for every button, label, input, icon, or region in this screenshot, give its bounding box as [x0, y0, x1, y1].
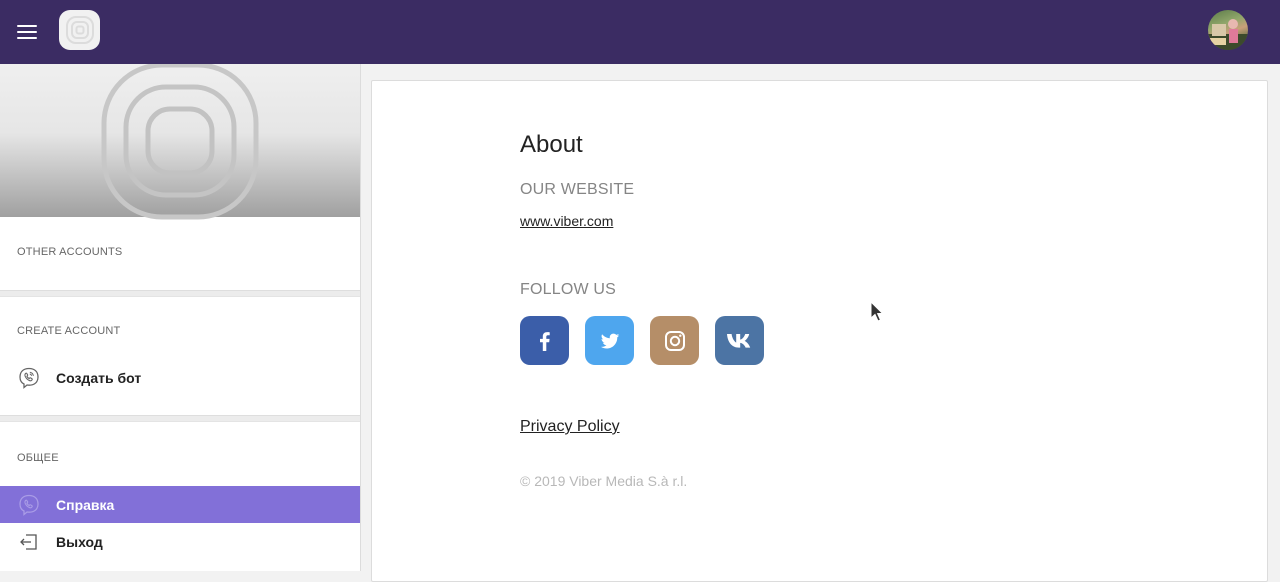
vk-icon [726, 333, 750, 348]
page-title: About [520, 131, 583, 158]
about-card: About OUR WEBSITE www.viber.com FOLLOW U… [371, 80, 1268, 582]
website-heading: OUR WEBSITE [520, 181, 635, 198]
hamburger-menu-icon[interactable] [17, 25, 37, 39]
viber-placeholder-icon [101, 64, 259, 219]
privacy-policy-link[interactable]: Privacy Policy [520, 418, 620, 436]
create-account-label: CREATE ACCOUNT [17, 325, 121, 337]
general-label: ОБЩЕЕ [17, 452, 59, 464]
user-avatar[interactable] [1208, 10, 1248, 50]
sidebar-item-label: Создать бот [56, 369, 142, 386]
instagram-button[interactable] [650, 316, 699, 365]
sidebar-divider [0, 290, 360, 297]
sidebar-item-label: Справка [56, 496, 115, 513]
sidebar-item-logout[interactable]: Выход [0, 523, 360, 560]
sidebar: OTHER ACCOUNTS CREATE ACCOUNT Создать бо… [0, 64, 361, 571]
copyright-text: © 2019 Viber Media S.à r.l. [520, 473, 688, 489]
viber-phone-icon [17, 366, 41, 390]
instagram-icon [664, 330, 685, 351]
mouse-cursor-icon [870, 301, 884, 322]
other-accounts-label: OTHER ACCOUNTS [17, 246, 123, 258]
facebook-icon [539, 331, 550, 351]
sidebar-divider [0, 415, 360, 422]
facebook-button[interactable] [520, 316, 569, 365]
vk-button[interactable] [715, 316, 764, 365]
viber-logo-icon[interactable] [59, 10, 100, 50]
website-link[interactable]: www.viber.com [520, 213, 613, 229]
sidebar-item-label: Выход [56, 533, 103, 550]
twitter-button[interactable] [585, 316, 634, 365]
sidebar-item-help[interactable]: Справка [0, 486, 360, 523]
viber-phone-icon [17, 493, 41, 517]
twitter-icon [600, 333, 619, 349]
sidebar-item-create-bot[interactable]: Создать бот [0, 359, 360, 396]
profile-cover [0, 64, 360, 219]
logout-icon [17, 530, 41, 554]
top-bar [0, 0, 1280, 64]
follow-heading: FOLLOW US [520, 281, 617, 298]
